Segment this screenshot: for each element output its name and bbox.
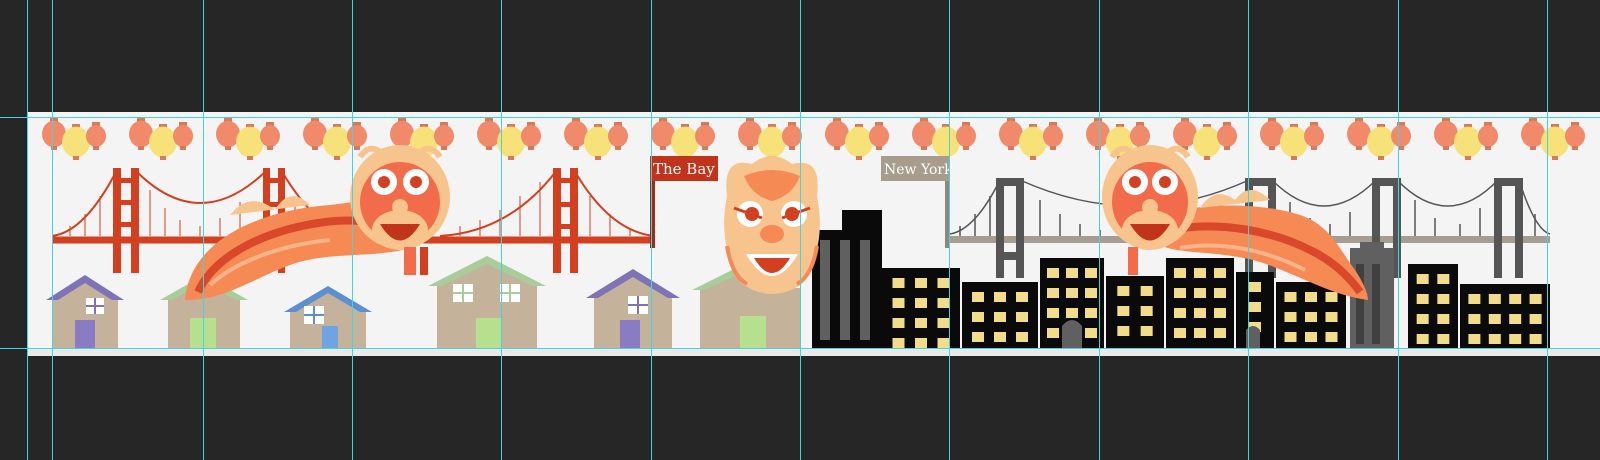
sign-new-york: New York xyxy=(884,162,953,178)
building-icon xyxy=(1460,284,1550,348)
guide-vertical[interactable] xyxy=(651,0,652,460)
guide-horizontal[interactable] xyxy=(0,117,1600,118)
building-icon xyxy=(1166,258,1234,348)
guide-vertical[interactable] xyxy=(949,0,950,460)
guide-vertical[interactable] xyxy=(1099,0,1100,460)
guide-vertical[interactable] xyxy=(1547,0,1548,460)
building-icon xyxy=(1106,276,1164,348)
guide-vertical[interactable] xyxy=(1398,0,1399,460)
guide-vertical[interactable] xyxy=(501,0,502,460)
guide-vertical[interactable] xyxy=(352,0,353,460)
guide-vertical[interactable] xyxy=(800,0,801,460)
guide-vertical[interactable] xyxy=(203,0,204,460)
guide-vertical[interactable] xyxy=(1248,0,1249,460)
sign-the-bay: The Bay xyxy=(653,160,715,178)
guide-horizontal[interactable] xyxy=(0,348,1600,349)
guide-vertical[interactable] xyxy=(27,0,28,460)
lion-dance-head-icon xyxy=(724,156,820,294)
design-canvas[interactable]: The Bay New York xyxy=(0,0,1600,460)
building-icon xyxy=(962,282,1038,348)
artboard-bottom-strip xyxy=(27,348,1600,356)
building-icon xyxy=(812,210,882,348)
building-icon xyxy=(1408,264,1458,348)
guide-vertical[interactable] xyxy=(52,0,53,460)
